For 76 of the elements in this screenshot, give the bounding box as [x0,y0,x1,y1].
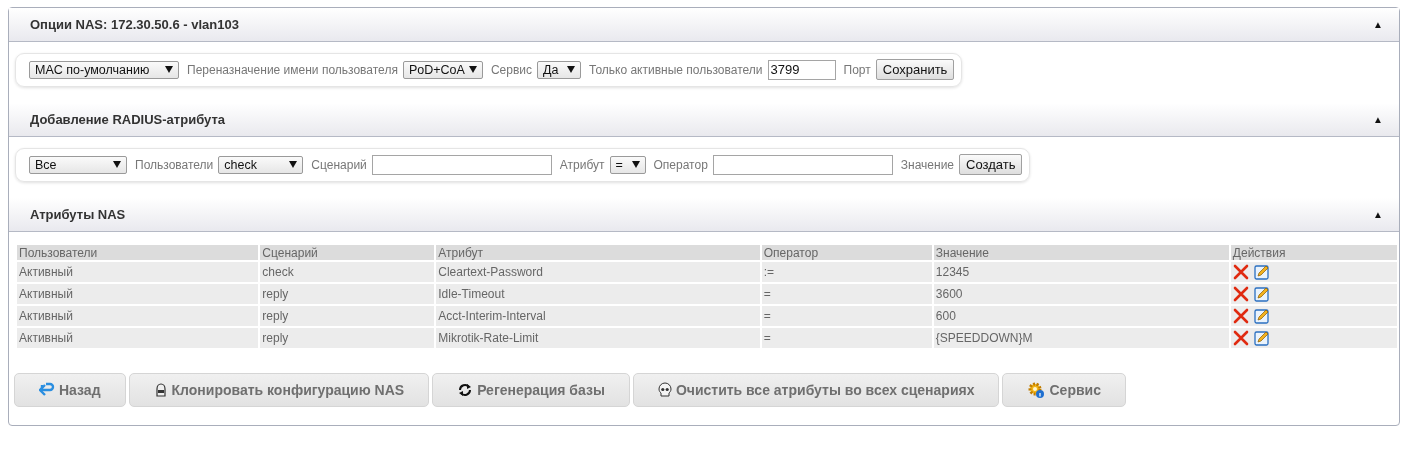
table-cell: 12345 [933,262,1229,282]
field-label: Сервис [490,62,532,77]
table-cell: 3600 [933,284,1229,304]
table-cell: check [260,262,435,282]
action-button[interactable]: Регенерация базы [432,373,630,407]
field-label: Атрибут [559,157,605,172]
column-header: Значение [933,245,1229,260]
action-button[interactable]: Очистить все атрибуты во всех сценариях [632,373,1000,407]
table-cell: reply [260,328,435,348]
field-label: Переназначение имени пользователя [187,62,398,77]
caret-icon [567,66,575,73]
caret-icon [165,66,173,73]
caret-icon [113,161,121,168]
dropdown[interactable]: MAC по-умолчанию [29,60,179,79]
refresh-icon [457,382,474,398]
delete-icon[interactable] [1232,330,1249,346]
return-arrow-icon [39,382,55,398]
table-cell: Mikrotik-Rate-Limit [436,328,760,348]
form-button[interactable]: Сохранить [875,59,955,80]
edit-icon[interactable] [1253,286,1270,302]
caret-icon [289,161,298,168]
field-label: Пользователи [135,157,214,172]
caret-icon [468,66,477,73]
dropdown[interactable]: PoD+CoA [402,60,483,79]
dropdown[interactable]: Да [537,60,581,79]
collapse-toggle[interactable]: ▲ [1373,209,1383,220]
table-cell: Активный [17,262,259,282]
table-cell: Активный [17,306,259,326]
action-button[interactable]: Назад [14,373,126,407]
input-field[interactable] [712,154,893,175]
form-button[interactable]: Создать [959,154,1023,175]
collapse-toggle[interactable]: ▲ [1373,114,1383,125]
table-cell: reply [260,306,435,326]
table-cell: = [761,284,932,304]
column-header: Пользователи [17,245,259,260]
edit-icon[interactable] [1253,330,1270,346]
section-title: Добавление RADIUS-атрибута [30,112,225,127]
table-cell: Idle-Timeout [436,284,760,304]
collapse-toggle[interactable]: ▲ [1373,19,1383,30]
table-cell: 600 [933,306,1229,326]
input-field[interactable] [371,154,552,175]
field-label: Оператор [653,157,708,172]
column-header: Сценарий [260,245,435,260]
delete-icon[interactable] [1232,286,1249,302]
action-button[interactable]: Сервис [1002,373,1126,407]
table-cell: Acct-Interim-Interval [436,306,760,326]
delete-icon[interactable] [1232,308,1249,324]
dropdown[interactable]: = [609,155,646,174]
column-header: Действия [1230,245,1397,260]
section-title: Атрибуты NAS [30,207,126,222]
table-cell: = [761,306,932,326]
dropdown[interactable]: Все [29,155,127,174]
table-cell: {SPEEDDOWN}M [933,328,1229,348]
delete-icon[interactable] [1232,264,1249,280]
table-cell: Активный [17,328,259,348]
table-cell: reply [260,284,435,304]
helmet-icon [153,382,168,398]
edit-icon[interactable] [1253,308,1270,324]
field-label: Значение [900,157,955,172]
caret-icon [631,161,640,168]
section-title: Опции NAS: 172.30.50.6 - vlan103 [30,17,239,32]
column-header: Атрибут [436,245,760,260]
dropdown[interactable]: check [218,155,304,174]
table-cell: := [761,262,932,282]
table-cell: Активный [17,284,259,304]
table-cell: Cleartext-Password [436,262,760,282]
edit-icon[interactable] [1253,264,1270,280]
skull-icon [657,382,672,398]
gear-icon [1027,381,1046,399]
field-label: Порт [843,62,871,77]
column-header: Оператор [761,245,932,260]
input-field[interactable]: 3799 [767,59,836,80]
field-label: Сценарий [311,157,367,172]
action-button[interactable]: Клонировать конфигурацию NAS [128,373,430,407]
field-label: Только активные пользователи [589,62,763,77]
table-cell: = [761,328,932,348]
